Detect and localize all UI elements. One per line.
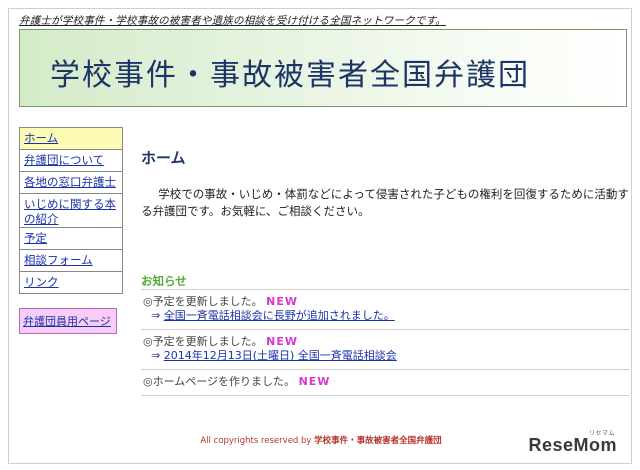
news-item-link[interactable]: ⇒ 全国一斉電話相談会に長野が追加されました。 xyxy=(143,309,629,323)
news-heading: お知らせ xyxy=(141,274,187,288)
intro-text: 学校での事故・いじめ・体罰などによって侵害された子どもの権利を回復するために活動… xyxy=(141,187,629,218)
sidebar-item-home[interactable]: ホーム xyxy=(20,128,122,150)
news-item-link[interactable]: ⇒ 2014年12月13日(土曜日) 全国一斉電話相談会 xyxy=(143,349,629,363)
resemom-logo: ReseMom リセマム xyxy=(528,431,617,456)
news-item: ◎予定を更新しました。 NEW ⇒ 2014年12月13日(土曜日) 全国一斉電… xyxy=(141,330,629,370)
sidebar-item-books[interactable]: いじめに関する本の紹介 xyxy=(20,194,122,228)
new-badge: NEW xyxy=(266,295,298,308)
logo-subtext: リセマム xyxy=(588,431,615,437)
footer-owner: 学校事件・事故被害者全国弁護団 xyxy=(314,436,442,446)
logo-text: ReseMom xyxy=(528,435,617,455)
sidebar-menu: ホーム 弁護団について 各地の窓口弁護士 いじめに関する本の紹介 予定 相談フォ… xyxy=(19,127,123,294)
main-content: ホーム 学校での事故・いじめ・体罰などによって侵害された子どもの権利を回復するた… xyxy=(141,147,629,220)
news-item: ◎予定を更新しました。 NEW ⇒ 全国一斉電話相談会に長野が追加されました。 xyxy=(141,290,629,330)
news-link-text[interactable]: 2014年12月13日(土曜日) 全国一斉電話相談会 xyxy=(164,349,397,362)
site-tagline: 弁護士が学校事件・学校事故の被害者や遺族の相談を受け付ける全国ネットワークです。 xyxy=(19,15,446,27)
sidebar-nav: ホーム 弁護団について 各地の窓口弁護士 いじめに関する本の紹介 予定 相談フォ… xyxy=(19,127,123,334)
news-item: ◎ホームページを作りました。 NEW xyxy=(141,370,629,396)
news-list: ◎予定を更新しました。 NEW ⇒ 全国一斉電話相談会に長野が追加されました。 … xyxy=(141,289,629,396)
page-title: ホーム xyxy=(141,149,186,167)
site-banner: 学校事件・事故被害者全国弁護団 xyxy=(19,29,627,107)
member-page-button[interactable]: 弁護団員用ページ xyxy=(19,308,117,334)
sidebar-item-schedule[interactable]: 予定 xyxy=(20,228,122,250)
news-item-text: ◎予定を更新しました。 xyxy=(143,295,263,308)
arrow-icon: ⇒ xyxy=(151,309,161,322)
sidebar-item-links[interactable]: リンク xyxy=(20,272,122,293)
page-frame: 弁護士が学校事件・学校事故の被害者や遺族の相談を受け付ける全国ネットワークです。… xyxy=(8,8,632,464)
sidebar-item-about[interactable]: 弁護団について xyxy=(20,150,122,172)
new-badge: NEW xyxy=(298,375,331,388)
sidebar-item-regional-lawyers[interactable]: 各地の窓口弁護士 xyxy=(20,172,122,194)
news-item-text: ◎ホームページを作りました。 xyxy=(143,375,296,388)
arrow-icon: ⇒ xyxy=(151,349,161,362)
news-link-text[interactable]: 全国一斉電話相談会に長野が追加されました。 xyxy=(164,309,395,322)
news-item-text: ◎予定を更新しました。 xyxy=(143,335,263,348)
footer-prefix: All copyrights reserved by xyxy=(200,436,312,446)
site-title: 学校事件・事故被害者全国弁護団 xyxy=(50,58,530,93)
new-badge: NEW xyxy=(266,335,298,348)
sidebar-item-consultation-form[interactable]: 相談フォーム xyxy=(20,250,122,272)
